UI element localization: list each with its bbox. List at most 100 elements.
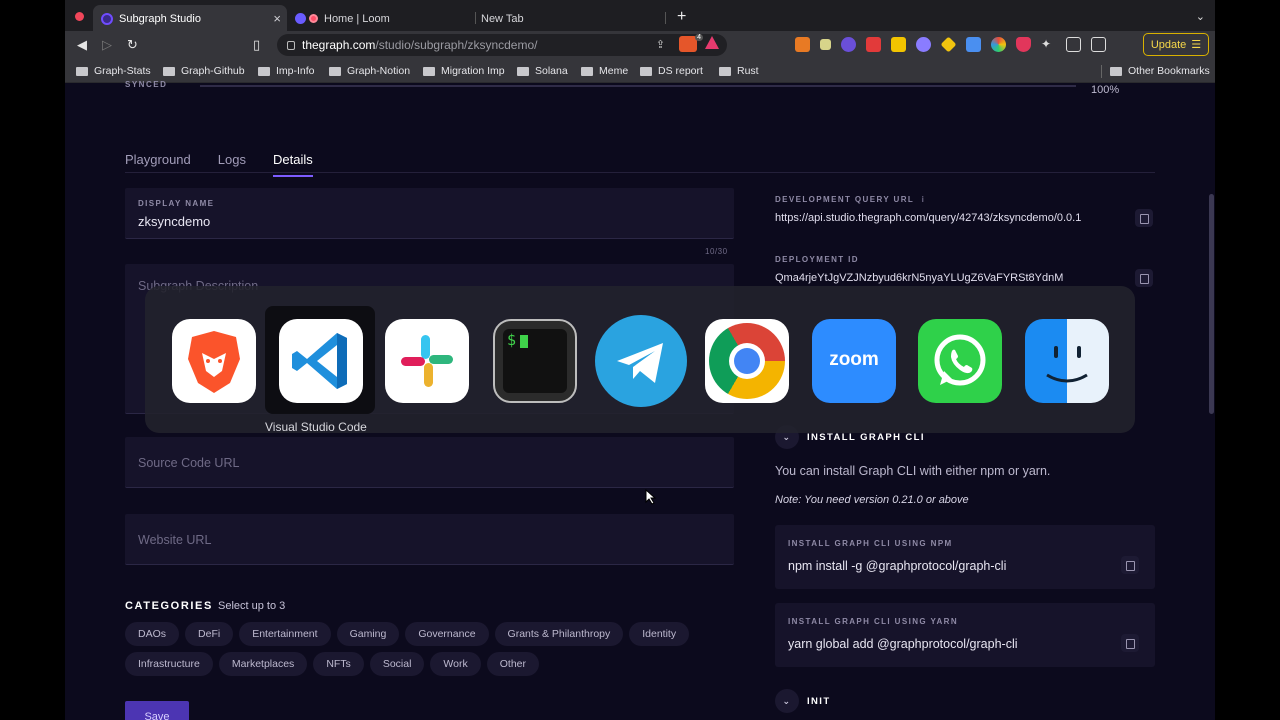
tab-new-tab[interactable]: New Tab — [475, 5, 665, 32]
bookmark-imp-info[interactable]: Imp-Info — [258, 65, 315, 77]
zoom-icon[interactable]: zoom — [812, 319, 896, 403]
address-bar[interactable]: thegraph.com /studio/subgraph/zksyncdemo… — [277, 34, 727, 56]
lock-icon — [287, 40, 295, 50]
forward-icon[interactable]: ▷ — [102, 37, 112, 53]
copy-icon[interactable] — [1135, 269, 1153, 287]
thegraph-favicon-icon — [101, 12, 113, 25]
sticky-note-icon[interactable] — [891, 37, 906, 52]
folder-icon — [423, 66, 435, 76]
category-chip[interactable]: Entertainment — [239, 622, 331, 646]
bookmark-migration-imp[interactable]: Migration Imp — [423, 65, 505, 77]
share-icon[interactable]: ⇪ — [656, 38, 665, 51]
brave-browser-icon[interactable] — [172, 319, 256, 403]
bookmark-graph-notion[interactable]: Graph-Notion — [329, 65, 410, 77]
category-chip[interactable]: Other — [486, 652, 539, 676]
notes-extension-icon[interactable] — [820, 39, 831, 50]
yarn-command: yarn global add @graphprotocol/graph-cli — [788, 637, 1018, 651]
tab-logs[interactable]: Logs — [218, 152, 246, 177]
website-url-field[interactable]: Website URL — [125, 514, 734, 565]
new-tab-button[interactable]: + — [677, 8, 686, 26]
category-chip[interactable]: Marketplaces — [218, 652, 308, 676]
sidebar-icon[interactable] — [1066, 37, 1081, 52]
selected-app-name: Visual Studio Code — [265, 420, 367, 434]
tab-title: Subgraph Studio — [119, 12, 201, 25]
category-chip[interactable]: DeFi — [185, 622, 234, 646]
install-description: You can install Graph CLI with either np… — [775, 464, 1051, 478]
npm-command: npm install -g @graphprotocol/graph-cli — [788, 559, 1007, 573]
category-chip[interactable]: Work — [430, 652, 481, 676]
tab-subgraph-studio[interactable]: Subgraph Studio × — [93, 5, 287, 32]
display-name-field[interactable]: DISPLAY NAME zksyncdemo — [125, 188, 734, 239]
folder-icon — [640, 66, 652, 76]
yarn-label: INSTALL GRAPH CLI USING YARN — [788, 617, 959, 626]
copy-icon[interactable] — [1121, 556, 1139, 574]
bookmark-icon[interactable]: ▯ — [253, 37, 260, 53]
update-button[interactable]: Update ☰ — [1143, 33, 1209, 56]
tab-search-chevron-icon[interactable]: ⌄ — [1196, 10, 1205, 23]
init-section[interactable]: ⌄ INIT — [775, 689, 831, 713]
tab-details[interactable]: Details — [272, 152, 313, 177]
highlighter-icon[interactable] — [940, 36, 957, 53]
google-chrome-icon[interactable] — [705, 319, 789, 403]
back-icon[interactable]: ◀ — [77, 37, 87, 53]
category-chip[interactable]: Infrastructure — [125, 652, 213, 676]
copy-icon[interactable] — [1121, 634, 1139, 652]
bookmark-graph-stats[interactable]: Graph-Stats — [76, 65, 151, 77]
tab-loom[interactable]: Home | Loom — [287, 5, 475, 32]
chevron-down-icon: ⌄ — [775, 689, 799, 713]
metamask-icon[interactable] — [795, 37, 810, 52]
reload-icon[interactable]: ↻ — [127, 37, 138, 53]
category-chip[interactable]: DAOs — [125, 622, 180, 646]
save-button[interactable]: Save — [125, 701, 189, 720]
display-name-label: DISPLAY NAME — [138, 199, 215, 208]
extension-icon[interactable] — [841, 37, 856, 52]
query-url-label: DEVELOPMENT QUERY URL i — [775, 195, 926, 204]
category-chip[interactable]: Grants & Philanthropy — [494, 622, 624, 646]
bookmark-ds-report[interactable]: DS report — [640, 65, 703, 77]
source-code-url-placeholder: Source Code URL — [138, 456, 240, 470]
categories-hint: Select up to 3 — [218, 600, 286, 612]
copy-icon[interactable] — [1135, 209, 1153, 227]
whatsapp-icon[interactable] — [918, 319, 1002, 403]
category-chip[interactable]: NFTs — [313, 652, 364, 676]
source-code-url-field[interactable]: Source Code URL — [125, 437, 734, 488]
tab-bar: Subgraph Studio × Home | Loom New Tab + … — [65, 0, 1215, 34]
categories-row-1: DAOs DeFi Entertainment Gaming Governanc… — [125, 622, 690, 646]
terminal-icon[interactable]: $ — [493, 319, 577, 403]
shield-icon[interactable] — [1016, 37, 1031, 52]
close-tab-icon[interactable]: × — [273, 11, 281, 26]
category-chip[interactable]: Gaming — [336, 622, 400, 646]
bookmark-graph-github[interactable]: Graph-Github — [163, 65, 245, 77]
bookmark-meme[interactable]: Meme — [581, 65, 628, 77]
translate-icon[interactable] — [966, 37, 981, 52]
brave-rewards-icon[interactable] — [705, 36, 719, 49]
other-bookmarks[interactable]: Other Bookmarks — [1110, 65, 1210, 77]
bookmark-rust[interactable]: Rust — [719, 65, 759, 77]
categories-heading: CATEGORIES — [125, 600, 213, 612]
app-switcher: $ zoom — [145, 286, 1135, 433]
folder-icon — [163, 66, 175, 76]
visual-studio-code-icon[interactable] — [279, 319, 363, 403]
folder-icon — [258, 66, 270, 76]
category-chip[interactable]: Social — [369, 652, 425, 676]
slack-icon[interactable] — [385, 319, 469, 403]
page-scrollbar[interactable] — [1209, 194, 1214, 414]
query-url-value: https://api.studio.thegraph.com/query/42… — [775, 212, 1082, 224]
telegram-icon[interactable] — [595, 315, 687, 407]
category-chip[interactable]: Identity — [629, 622, 690, 646]
tab-title: Home | Loom — [324, 12, 390, 25]
color-picker-icon[interactable] — [991, 37, 1006, 52]
tab-playground[interactable]: Playground — [125, 152, 191, 177]
brave-shields-icon[interactable]: 4 — [679, 34, 703, 52]
wallet-icon[interactable] — [1091, 37, 1106, 52]
todoist-icon[interactable] — [866, 37, 881, 52]
yarn-install-box: INSTALL GRAPH CLI USING YARN yarn global… — [775, 603, 1155, 667]
sync-percent: 100% — [1091, 84, 1120, 96]
bookmark-solana[interactable]: Solana — [517, 65, 568, 77]
category-chip[interactable]: Governance — [405, 622, 489, 646]
finder-icon[interactable] — [1025, 319, 1109, 403]
extensions-row: ✦ — [795, 36, 1106, 53]
extension-icon[interactable] — [916, 37, 931, 52]
puzzle-icon[interactable]: ✦ — [1041, 37, 1056, 52]
loom-favicon-icon — [309, 14, 318, 23]
